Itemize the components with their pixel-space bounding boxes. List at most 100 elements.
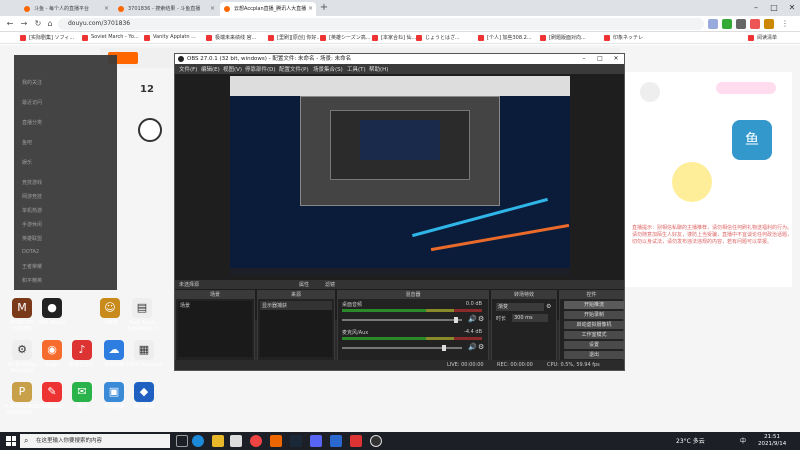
bookmark-item[interactable]: じょうとはざ...: [416, 34, 474, 43]
maximize-button[interactable]: □: [766, 2, 782, 14]
volume-slider[interactable]: [342, 317, 462, 323]
studio-mode-button[interactable]: 工作室模式: [564, 331, 624, 339]
desktop-icon[interactable]: ☺ 小猿搜: [92, 298, 128, 326]
forward-button[interactable]: →: [18, 18, 30, 30]
extension-icon[interactable]: [736, 19, 746, 29]
duration-input[interactable]: 300 ms: [512, 314, 548, 322]
minimize-button[interactable]: –: [577, 54, 591, 64]
ime-indicator[interactable]: 中: [740, 436, 746, 445]
menu-file[interactable]: 文件(F): [179, 65, 197, 73]
close-icon[interactable]: ×: [210, 5, 215, 12]
bookmark-item[interactable]: [刷题版面对向...: [540, 34, 600, 43]
browser-tab-2[interactable]: 3701836 - 搜索结果 - 斗鱼直播 ×: [114, 2, 218, 16]
transition-select[interactable]: 渐变: [496, 303, 544, 311]
profile-avatar-icon[interactable]: [764, 19, 774, 29]
start-recording-button[interactable]: 开始录制: [564, 311, 624, 319]
browser-tab-3[interactable]: 云想Accplan直播_腾讯人大直播 ×: [220, 2, 316, 16]
clock[interactable]: 21:51 2021/9/14: [758, 434, 786, 448]
sidebar-item[interactable]: 王者荣耀: [22, 263, 42, 270]
desktop-icon[interactable]: ● OBS Studio: [34, 298, 70, 326]
menu-profile[interactable]: 配置文件(P): [279, 65, 309, 73]
new-tab-button[interactable]: +: [318, 2, 330, 14]
extension-icon[interactable]: [722, 19, 732, 29]
start-streaming-button[interactable]: 开始推流: [564, 301, 624, 309]
source-list[interactable]: 显示器捕获: [260, 301, 332, 357]
gear-icon[interactable]: ⚙: [478, 315, 484, 323]
maximize-button[interactable]: □: [593, 54, 607, 64]
sidebar-item[interactable]: 鱼吧: [22, 139, 32, 146]
sidebar-item[interactable]: 手游休闲: [22, 221, 42, 228]
menu-scene-collection[interactable]: 场景集合(S): [313, 65, 343, 73]
gear-icon[interactable]: ⚙: [546, 303, 551, 310]
store-icon[interactable]: [230, 435, 242, 447]
bookmark-item[interactable]: 印象ネッテレ: [604, 34, 648, 43]
start-virtual-camera-button[interactable]: 启动虚拟摄像机: [564, 321, 624, 329]
app-icon[interactable]: [330, 435, 342, 447]
bookmark-item[interactable]: 阅读清单: [748, 34, 796, 43]
bookmark-item[interactable]: [个人] 加些308.2...: [478, 34, 536, 43]
task-view-icon[interactable]: [176, 435, 188, 447]
menu-help[interactable]: 帮助(H): [369, 65, 388, 73]
sidebar-item[interactable]: DOTA2: [22, 249, 39, 255]
close-icon[interactable]: ×: [308, 5, 313, 12]
close-window-button[interactable]: ✕: [784, 2, 800, 14]
speaker-icon[interactable]: 🔊: [468, 343, 477, 351]
speaker-icon[interactable]: 🔊: [468, 315, 477, 323]
desktop-icon[interactable]: ✉ 微信: [64, 382, 100, 410]
sidebar-item[interactable]: 英雄联盟: [22, 235, 42, 242]
slider-knob[interactable]: [442, 345, 446, 351]
sidebar-item[interactable]: 和平精英: [22, 277, 42, 284]
bookmark-item[interactable]: [本家合ね] 仙...: [372, 34, 416, 43]
weather-widget[interactable]: 23°C 多云: [676, 436, 705, 445]
reload-button[interactable]: ↻: [32, 18, 44, 30]
sidebar-item[interactable]: 竞技游戏: [22, 179, 42, 186]
bookmark-item[interactable]: 极端未来绩线 官...: [206, 34, 264, 43]
back-button[interactable]: ←: [4, 18, 16, 30]
settings-button[interactable]: 设置: [564, 341, 624, 349]
bookmark-item[interactable]: [英雄シーズン高...: [320, 34, 370, 43]
home-button[interactable]: ⌂: [44, 18, 56, 30]
edge-icon[interactable]: [192, 435, 204, 447]
properties-button[interactable]: 属性: [299, 281, 309, 288]
extension-icon[interactable]: [708, 19, 718, 29]
slider-knob[interactable]: [454, 317, 458, 323]
filters-button[interactable]: 滤镜: [325, 281, 335, 288]
app-icon[interactable]: [350, 435, 362, 447]
obs-taskbar-icon[interactable]: [370, 435, 382, 447]
preview-canvas[interactable]: [230, 76, 570, 276]
extension-icon[interactable]: [750, 19, 760, 29]
sidebar-item[interactable]: 我的关注: [22, 79, 42, 86]
app-icon[interactable]: [310, 435, 322, 447]
menu-docks[interactable]: 停靠部件(D): [245, 65, 276, 73]
sidebar-item[interactable]: 网游竞技: [22, 193, 42, 200]
exit-button[interactable]: 退出: [564, 351, 624, 359]
browser-tab-1[interactable]: 斗鱼 - 每个人的直播平台 ×: [20, 2, 112, 16]
sidebar-item[interactable]: 直播分类: [22, 119, 42, 126]
address-bar[interactable]: douyu.com/3701836: [58, 18, 704, 30]
pc-client-button[interactable]: [716, 82, 776, 94]
close-window-button[interactable]: ✕: [609, 54, 623, 64]
desktop-icon[interactable]: ▤ Euro Truck Simulator 2: [124, 298, 160, 332]
chrome-icon[interactable]: [250, 435, 262, 447]
bookmark-item[interactable]: [里刷][原创] 你好...: [268, 34, 321, 43]
menu-edit[interactable]: 编辑(E): [201, 65, 220, 73]
scene-list[interactable]: 场景: [178, 301, 252, 357]
app-icon[interactable]: [270, 435, 282, 447]
sidebar-item[interactable]: 单机热游: [22, 207, 42, 214]
volume-slider[interactable]: [342, 345, 462, 351]
sidebar-item[interactable]: 娱乐: [22, 159, 32, 166]
bookmark-item[interactable]: [实际剧集] ソフィ...: [20, 34, 78, 43]
list-item[interactable]: 显示器捕获: [260, 301, 332, 310]
bookmark-item[interactable]: Soviet March - Yo...: [82, 34, 140, 43]
file-explorer-icon[interactable]: [212, 435, 224, 447]
gear-icon[interactable]: ⚙: [478, 343, 484, 351]
search-input[interactable]: ⌕ 在这里输入你要搜索的内容: [20, 434, 170, 448]
close-icon[interactable]: ×: [104, 5, 109, 12]
steam-icon[interactable]: [290, 435, 302, 447]
desktop-icon[interactable]: ♪ 网易云音乐: [64, 340, 100, 368]
desktop-icon[interactable]: ▦ Cities Skylines: [126, 340, 162, 368]
desktop-icon[interactable]: ◆ 腾讯手游: [126, 382, 162, 410]
menu-tools[interactable]: 工具(T): [347, 65, 366, 73]
minimize-button[interactable]: –: [748, 2, 764, 14]
menu-view[interactable]: 视图(V): [223, 65, 242, 73]
